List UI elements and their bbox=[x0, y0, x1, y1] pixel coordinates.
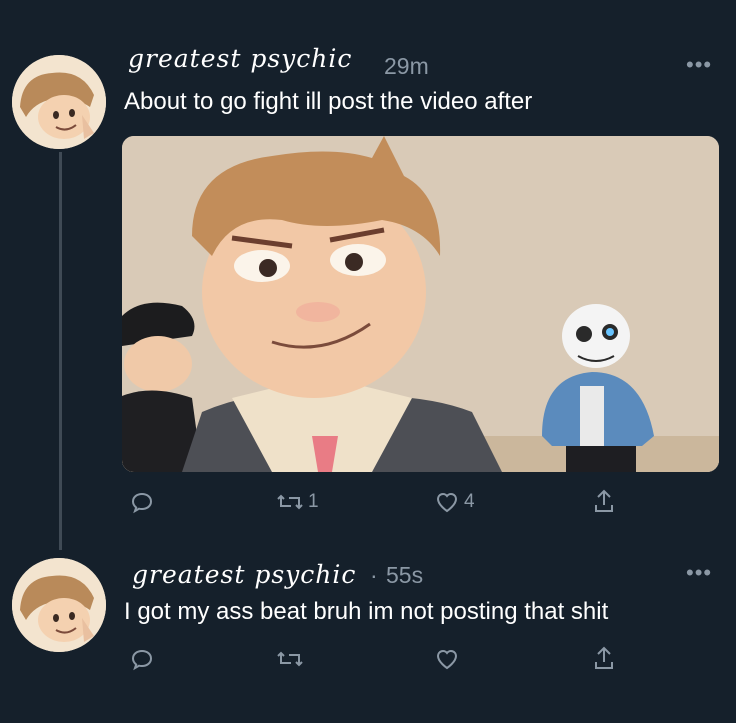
retweet-button[interactable] bbox=[276, 647, 308, 671]
like-button[interactable] bbox=[434, 647, 464, 671]
retweet-count: 1 bbox=[308, 491, 319, 512]
share-button[interactable] bbox=[592, 645, 616, 671]
share-icon bbox=[595, 489, 613, 512]
like-icon bbox=[436, 650, 458, 670]
timestamp[interactable]: 55s bbox=[386, 562, 423, 589]
reply-button[interactable] bbox=[130, 490, 158, 514]
tweet-text: About to go fight ill post the video aft… bbox=[124, 88, 533, 115]
retweet-icon bbox=[277, 494, 303, 510]
timestamp[interactable]: 29m bbox=[384, 53, 429, 80]
more-icon[interactable]: ••• bbox=[686, 560, 712, 586]
tweet-text: I got my ass beat bruh im not posting th… bbox=[124, 598, 609, 625]
like-button[interactable]: 4 bbox=[434, 490, 475, 514]
like-count: 4 bbox=[464, 491, 475, 512]
tweet-1[interactable]: greatest psychic 29m ••• About to go fig… bbox=[0, 0, 736, 540]
avatar-illustration bbox=[12, 55, 106, 149]
timestamp-separator: · bbox=[370, 562, 378, 588]
share-icon bbox=[595, 646, 613, 669]
share-button[interactable] bbox=[592, 488, 616, 514]
reply-icon bbox=[131, 649, 153, 671]
like-icon bbox=[436, 493, 458, 513]
tweet-image[interactable] bbox=[122, 136, 719, 472]
illustration bbox=[122, 136, 719, 472]
avatar[interactable] bbox=[12, 558, 106, 652]
more-icon[interactable]: ••• bbox=[686, 52, 712, 78]
display-name[interactable]: greatest psychic bbox=[128, 44, 352, 73]
avatar[interactable] bbox=[12, 55, 106, 149]
reply-button[interactable] bbox=[130, 647, 158, 671]
retweet-icon bbox=[277, 651, 303, 667]
retweet-button[interactable]: 1 bbox=[276, 490, 319, 514]
tweet-2[interactable]: greatest psychic · 55s ••• I got my ass … bbox=[0, 540, 736, 723]
reply-icon bbox=[131, 492, 153, 514]
display-name[interactable]: greatest psychic bbox=[132, 560, 356, 589]
avatar-illustration bbox=[12, 558, 106, 652]
